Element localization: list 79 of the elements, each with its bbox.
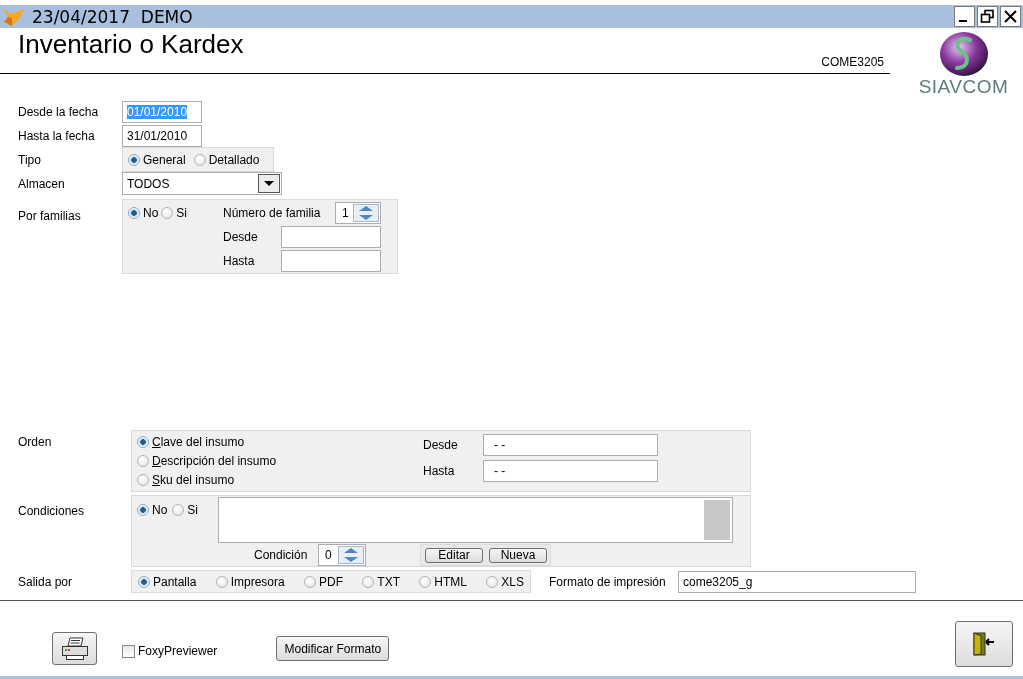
form-title: Inventario o Kardex — [18, 29, 244, 60]
field-label: Desde la fecha — [17, 105, 100, 119]
radio-button[interactable] — [161, 207, 174, 219]
exit-door-icon — [972, 632, 996, 656]
close-button[interactable] — [1000, 6, 1021, 27]
input-field[interactable]: - - — [483, 434, 658, 456]
field-label: Orden — [17, 434, 53, 449]
radio-button[interactable] — [137, 436, 149, 449]
radio-label[interactable]: Pantalla — [153, 574, 197, 589]
radio-button[interactable] — [138, 575, 150, 588]
restore-icon — [980, 9, 995, 24]
radio-label[interactable]: No — [152, 503, 168, 517]
radio-label[interactable]: General — [143, 152, 186, 167]
radio-label[interactable]: Clave del insumo — [152, 435, 245, 450]
field-label: Salida por — [17, 574, 74, 589]
print-button[interactable] — [52, 632, 97, 665]
radio-button[interactable] — [486, 575, 499, 588]
close-icon — [1003, 9, 1018, 24]
input-field[interactable] — [281, 226, 381, 248]
spinner-arrows-icon[interactable] — [338, 546, 364, 564]
radio-label[interactable]: XLS — [501, 574, 524, 589]
radio-button[interactable] — [362, 575, 375, 588]
input-field[interactable] — [281, 250, 381, 272]
radio-button[interactable] — [304, 575, 317, 588]
field-label: Desde — [223, 230, 258, 244]
field-label: Formato de impresión — [549, 574, 667, 589]
input-field[interactable]: - - — [483, 460, 658, 482]
field-label: Por familias — [17, 208, 82, 223]
checkbox-label[interactable]: FoxyPreviewer — [138, 644, 218, 658]
input-field[interactable]: come3205_g — [678, 570, 916, 593]
radio-label[interactable]: Si — [176, 206, 187, 220]
field-label: Número de familia — [223, 206, 321, 220]
exit-button[interactable] — [955, 621, 1013, 667]
conditions-text-area[interactable] — [218, 497, 733, 543]
radio-label[interactable]: Impresora — [230, 574, 285, 589]
field-label: Condiciones — [17, 503, 86, 518]
spinner-arrows-icon[interactable] — [353, 204, 379, 222]
field-label: Hasta — [423, 464, 456, 478]
fox-icon — [2, 5, 26, 28]
radio-button[interactable] — [172, 504, 185, 516]
radio-label[interactable]: Si — [187, 503, 198, 517]
field-label: Condición — [254, 548, 309, 562]
radio-button[interactable] — [128, 207, 140, 219]
minimize-button[interactable] — [954, 6, 975, 27]
radio-button[interactable] — [193, 153, 206, 166]
radio-label[interactable]: HTML — [434, 574, 467, 589]
radio-label[interactable]: Descripción del insumo — [152, 454, 277, 468]
restore-button[interactable] — [977, 6, 998, 27]
radio-label[interactable]: PDF — [319, 574, 344, 589]
field-label: Hasta — [223, 254, 255, 268]
spinner-field[interactable]: 0 — [318, 544, 366, 566]
radio-label[interactable]: Detallado — [208, 152, 260, 167]
radio-button[interactable] — [419, 575, 432, 588]
checkbox[interactable] — [122, 644, 135, 658]
radio-button[interactable] — [128, 153, 140, 166]
radio-label[interactable]: Sku del insumo — [152, 472, 235, 487]
logo-text: SIAVCOM — [918, 78, 1009, 96]
window-title: 23/04/2017 DEMO — [32, 6, 193, 27]
field-label: Tipo — [17, 152, 42, 167]
field-label: Hasta la fecha — [17, 129, 96, 143]
spinner-field[interactable]: 1 — [335, 202, 381, 224]
action-button[interactable]: Editar — [425, 547, 483, 563]
field-label: Almacen — [17, 176, 66, 191]
date-field[interactable]: 31/01/2010 — [122, 125, 202, 147]
scrollbar[interactable] — [704, 500, 730, 540]
printer-icon — [60, 636, 89, 661]
radio-button[interactable] — [137, 473, 149, 486]
action-button[interactable]: Nueva — [489, 547, 547, 563]
warehouse-dropdown[interactable]: TODOS — [122, 172, 282, 195]
radio-button[interactable] — [137, 455, 149, 467]
radio-label[interactable]: No — [143, 206, 159, 220]
modify-format-button[interactable]: Modificar Formato — [276, 636, 390, 661]
radio-label[interactable]: TXT — [377, 574, 400, 589]
minimize-icon — [959, 20, 967, 22]
radio-button[interactable] — [137, 504, 149, 516]
radio-button[interactable] — [215, 575, 228, 588]
form-code: COME3205 — [821, 55, 884, 69]
field-label: Desde — [423, 438, 459, 452]
logo-icon — [938, 31, 989, 77]
